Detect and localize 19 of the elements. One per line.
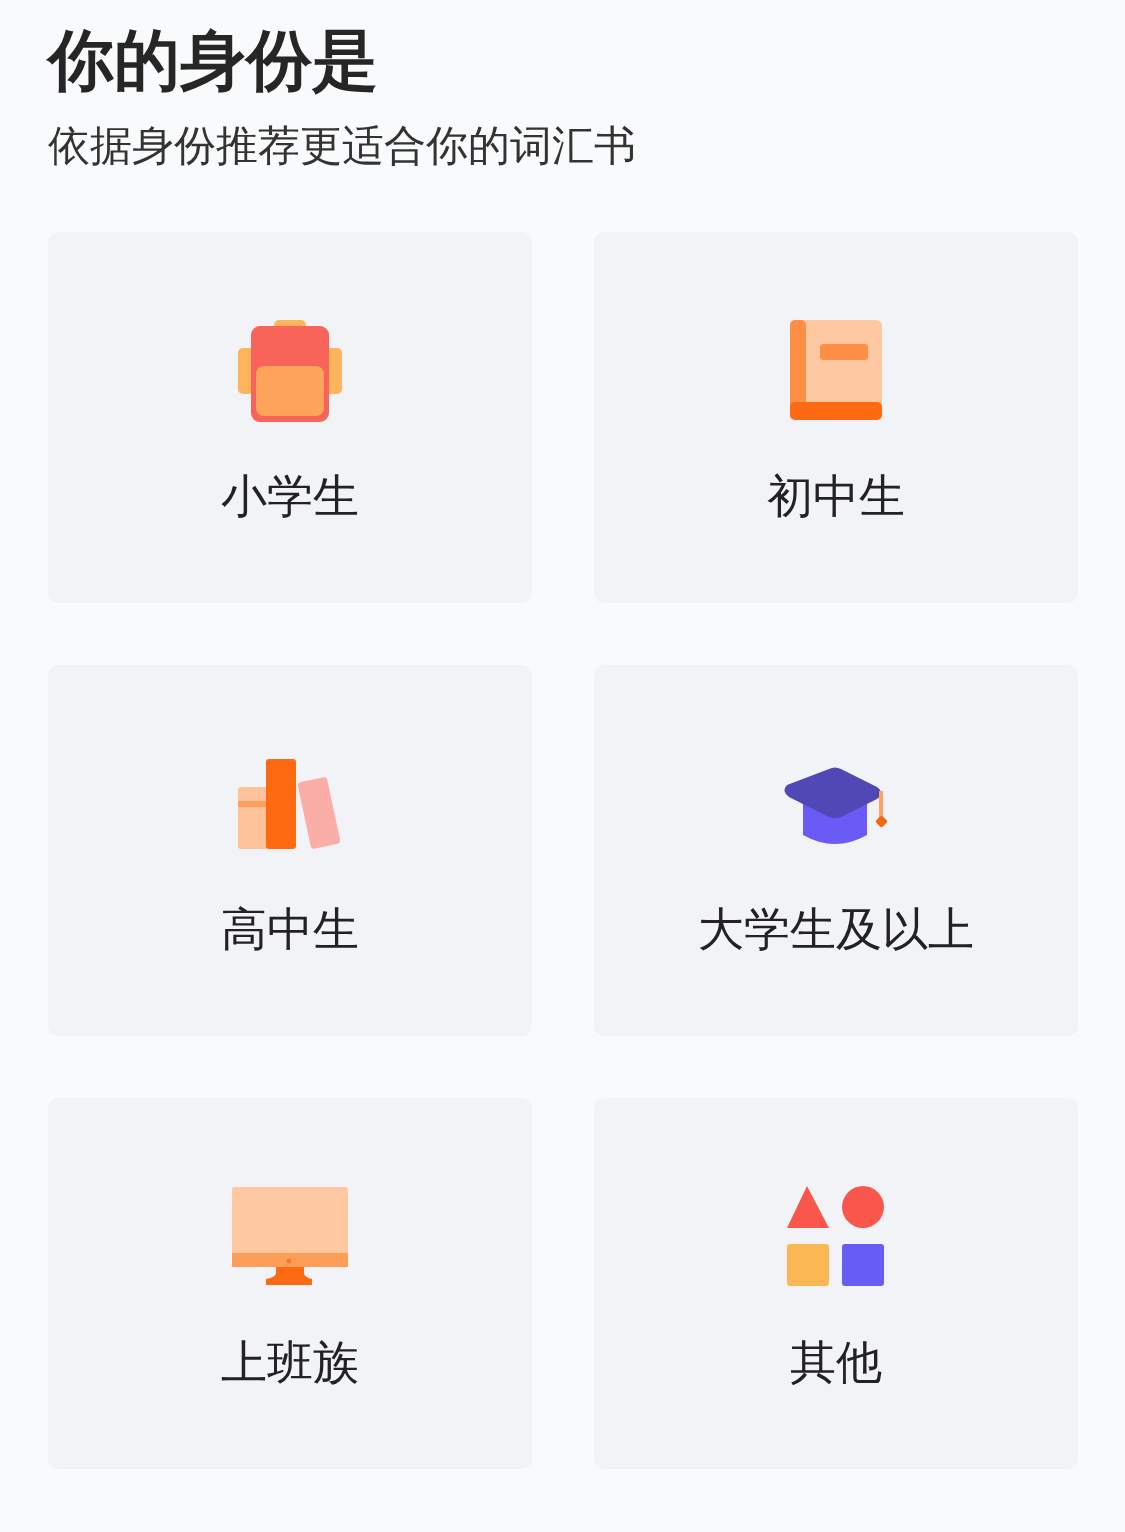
option-label: 初中生 <box>767 468 905 525</box>
monitor-icon <box>232 1187 348 1285</box>
option-label: 小学生 <box>221 468 359 525</box>
identity-option[interactable]: 高中生 <box>48 665 532 1036</box>
identity-option[interactable]: 初中生 <box>594 232 1078 603</box>
page-title: 你的身份是 <box>48 21 379 101</box>
backpack-icon <box>238 318 342 422</box>
shapes-icon <box>787 1186 885 1286</box>
option-label: 上班族 <box>221 1334 359 1391</box>
books-icon <box>238 757 342 849</box>
option-label: 大学生及以上 <box>698 901 974 958</box>
book-icon <box>790 318 882 422</box>
identity-option[interactable]: 大学生及以上 <box>594 665 1078 1036</box>
option-label: 高中生 <box>221 901 359 958</box>
option-label: 其他 <box>790 1334 882 1391</box>
identity-option[interactable]: 其他 <box>594 1098 1078 1469</box>
identity-option[interactable]: 上班族 <box>48 1098 532 1469</box>
page-subtitle: 依据身份推荐更适合你的词汇书 <box>48 120 637 172</box>
identity-option[interactable]: 小学生 <box>48 232 532 603</box>
